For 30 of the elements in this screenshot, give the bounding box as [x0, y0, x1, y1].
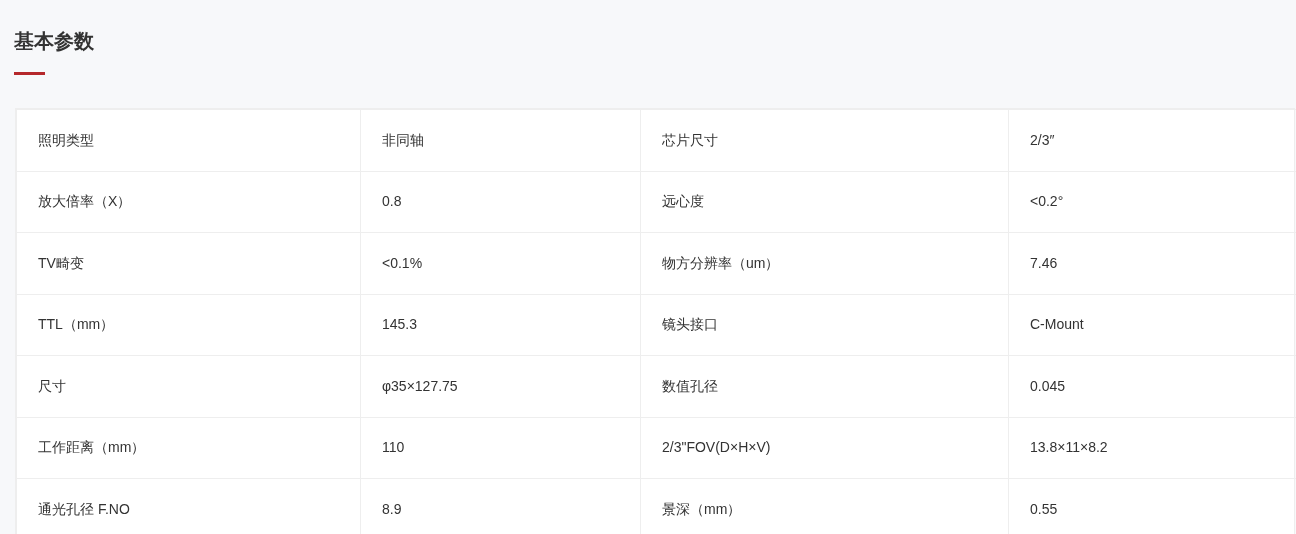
parameter-value: 7.46 — [1030, 254, 1058, 271]
parameter-value: 非同轴 — [382, 131, 424, 148]
parameter-label: 放大倍率（X） — [38, 193, 132, 210]
parameter-label: 工作距离（mm） — [38, 439, 146, 456]
parameter-label: TV畸变 — [38, 254, 84, 271]
parameter-value: φ35×127.75 — [382, 377, 458, 394]
parameter-label: 物方分辨率（um） — [662, 254, 780, 271]
parameter-label: 尺寸 — [38, 377, 66, 394]
section-title: 基本参数 — [14, 28, 95, 55]
parameter-label: 景深（mm） — [662, 500, 742, 517]
parameter-label: 2/3"FOV(D×H×V) — [662, 439, 771, 456]
parameter-value: 145.3 — [382, 316, 418, 333]
parameter-value: 0.045 — [1030, 377, 1066, 394]
parameter-label: 远心度 — [662, 193, 704, 210]
parameter-value: 0.8 — [382, 193, 402, 210]
parameter-value: 13.8×11×8.2 — [1030, 439, 1108, 456]
parameter-value: 2/3″ — [1030, 131, 1055, 148]
parameter-label: 照明类型 — [38, 131, 94, 148]
parameter-label: 芯片尺寸 — [662, 131, 718, 148]
parameter-label: 镜头接口 — [662, 316, 718, 333]
parameter-value: <0.2° — [1030, 193, 1064, 210]
parameter-value: 8.9 — [382, 500, 402, 517]
parameter-value: 0.55 — [1030, 500, 1058, 517]
parameter-label: 数值孔径 — [662, 377, 718, 394]
parameter-value: 110 — [382, 439, 405, 456]
parameter-label: TTL（mm） — [38, 316, 115, 333]
title-underline — [14, 72, 45, 75]
parameter-value: <0.1% — [382, 254, 423, 271]
parameter-value: C-Mount — [1030, 316, 1084, 333]
parameter-label: 通光孔径 F.NO — [38, 500, 130, 517]
